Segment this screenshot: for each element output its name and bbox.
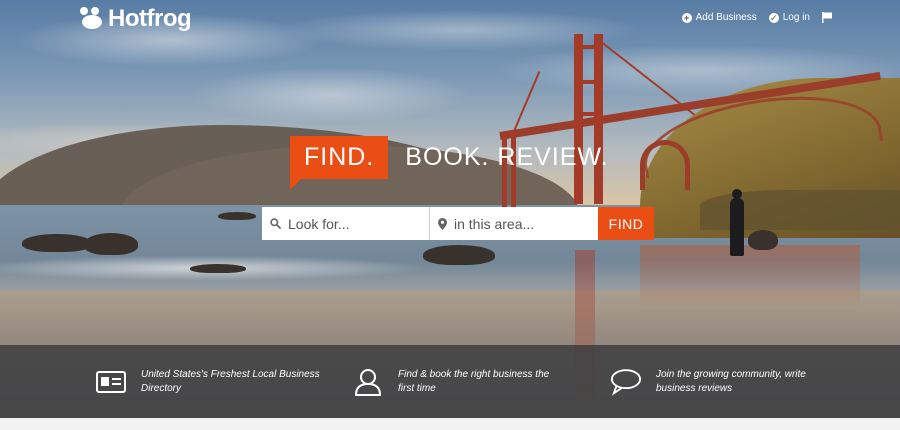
id-card-icon <box>95 368 127 396</box>
page-footer-strip <box>0 418 900 430</box>
tagline-rest: BOOK. REVIEW. <box>405 143 609 171</box>
find-button[interactable]: FIND <box>598 207 654 240</box>
feature-directory-text: United States's Freshest Local Business … <box>141 368 320 394</box>
location-input[interactable] <box>454 215 584 232</box>
feature-find-book: Find & book the right business the first… <box>352 345 558 418</box>
add-business-link[interactable]: + Add Business <box>681 12 757 23</box>
flag-icon <box>822 12 832 23</box>
hotfrog-logo[interactable]: Hotfrog <box>80 5 192 33</box>
feature-community-text: Join the growing community, write busine… <box>656 368 806 394</box>
tagline-find: FIND. <box>290 136 389 190</box>
what-field[interactable] <box>262 207 430 240</box>
frog-logo-icon <box>80 7 104 31</box>
language-flag-button[interactable] <box>822 12 832 23</box>
header-nav: + Add Business ✓ Log in <box>681 12 832 23</box>
speech-bubble-icon <box>610 368 642 396</box>
where-field[interactable] <box>430 207 598 240</box>
features-band: United States's Freshest Local Business … <box>0 345 900 418</box>
logo-text: Hotfrog <box>108 5 192 32</box>
check-circle-icon: ✓ <box>768 12 779 23</box>
feature-find-book-text: Find & book the right business the first… <box>398 368 550 394</box>
tagline: FIND. BOOK. REVIEW. <box>290 136 609 190</box>
map-pin-icon <box>438 217 447 230</box>
search-input[interactable] <box>288 215 418 232</box>
feature-directory: United States's Freshest Local Business … <box>95 345 321 418</box>
search-icon <box>270 218 281 229</box>
add-business-label: Add Business <box>695 12 757 23</box>
login-label: Log in <box>782 12 810 23</box>
user-icon <box>352 368 384 396</box>
plus-circle-icon: + <box>681 12 692 23</box>
search-bar: FIND <box>262 207 654 240</box>
feature-community: Join the growing community, write busine… <box>610 345 816 418</box>
login-link[interactable]: ✓ Log in <box>768 12 810 23</box>
